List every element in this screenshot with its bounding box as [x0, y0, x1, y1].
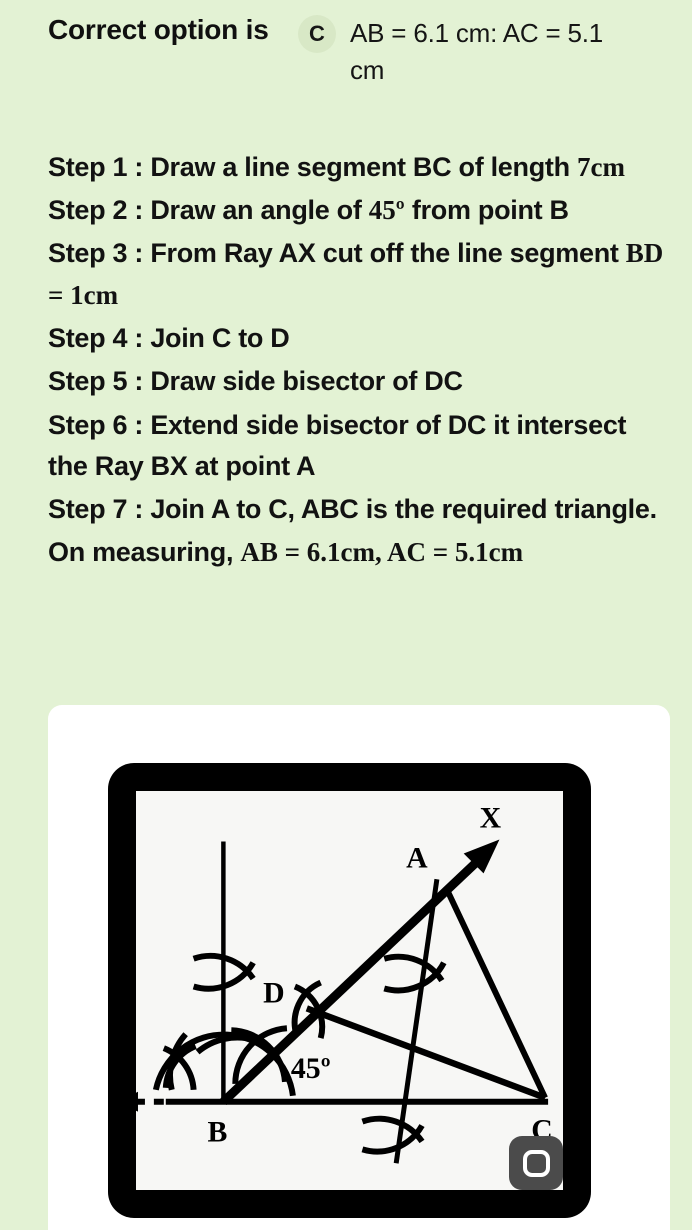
- measurement-text: On measuring,: [48, 537, 241, 568]
- option-letter-badge: C: [298, 15, 336, 53]
- figure-card: X A D B C 45º: [48, 705, 670, 1230]
- reload-glyph: [522, 1149, 550, 1177]
- step-line-1: Step 1 : Draw a line segment BC of lengt…: [48, 147, 670, 188]
- step-1-text: Step 1 : Draw a line segment BC of lengt…: [48, 151, 577, 182]
- reload-icon[interactable]: [509, 1136, 563, 1190]
- step-2-math: 45º: [368, 195, 405, 226]
- label-angle-45: 45º: [291, 1052, 331, 1085]
- construction-diagram: X A D B C 45º: [136, 802, 553, 1164]
- step-line-4: Step 4 : Join C to D: [48, 323, 290, 353]
- arc-cross-bisector-top: [383, 953, 447, 994]
- step-3-text: Step 3 : From Ray AX cut off the line se…: [48, 238, 626, 269]
- step-2-tail: from point B: [404, 195, 569, 226]
- measurement-math: AB = 6.1cm, AC = 5.1cm: [240, 537, 524, 568]
- measurement-line: On measuring, AB = 6.1cm, AC = 5.1cm: [48, 532, 670, 573]
- step-1-math: 7cm: [576, 151, 625, 182]
- label-b: B: [207, 1115, 227, 1148]
- figure-canvas: X A D B C 45º: [136, 791, 563, 1190]
- step-line-5: Step 5 : Draw side bisector of DC: [48, 366, 463, 397]
- step-line-7: Step 7 : Join A to C, ABC is the require…: [48, 494, 657, 525]
- label-x: X: [480, 802, 502, 835]
- solution-steps: Step 1 : Draw a line segment BC of lengt…: [0, 147, 692, 574]
- correct-option-value: C AB = 6.1 cm: AC = 5.1 cm: [298, 12, 672, 89]
- arc-cross-bisector-bottom: [361, 1115, 425, 1155]
- step-line-6: Step 6 : Extend side bisector of DC it i…: [48, 409, 627, 481]
- label-a: A: [406, 841, 428, 874]
- correct-option-label: Correct option is: [48, 14, 269, 45]
- option-answer-text: AB = 6.1 cm: AC = 5.1 cm: [350, 18, 604, 85]
- answer-header: Correct option is C AB = 6.1 cm: AC = 5.…: [0, 0, 692, 89]
- left-arrow-head-icon: [136, 1091, 138, 1112]
- step-line-3: Step 3 : From Ray AX cut off the line se…: [48, 233, 670, 316]
- step-line-2: Step 2 : Draw an angle of 45º from point…: [48, 190, 670, 231]
- figure-frame: X A D B C 45º: [108, 763, 591, 1218]
- step-2-text: Step 2 : Draw an angle of: [48, 195, 369, 226]
- arc-cross-left: [162, 1043, 197, 1091]
- label-d: D: [263, 976, 285, 1009]
